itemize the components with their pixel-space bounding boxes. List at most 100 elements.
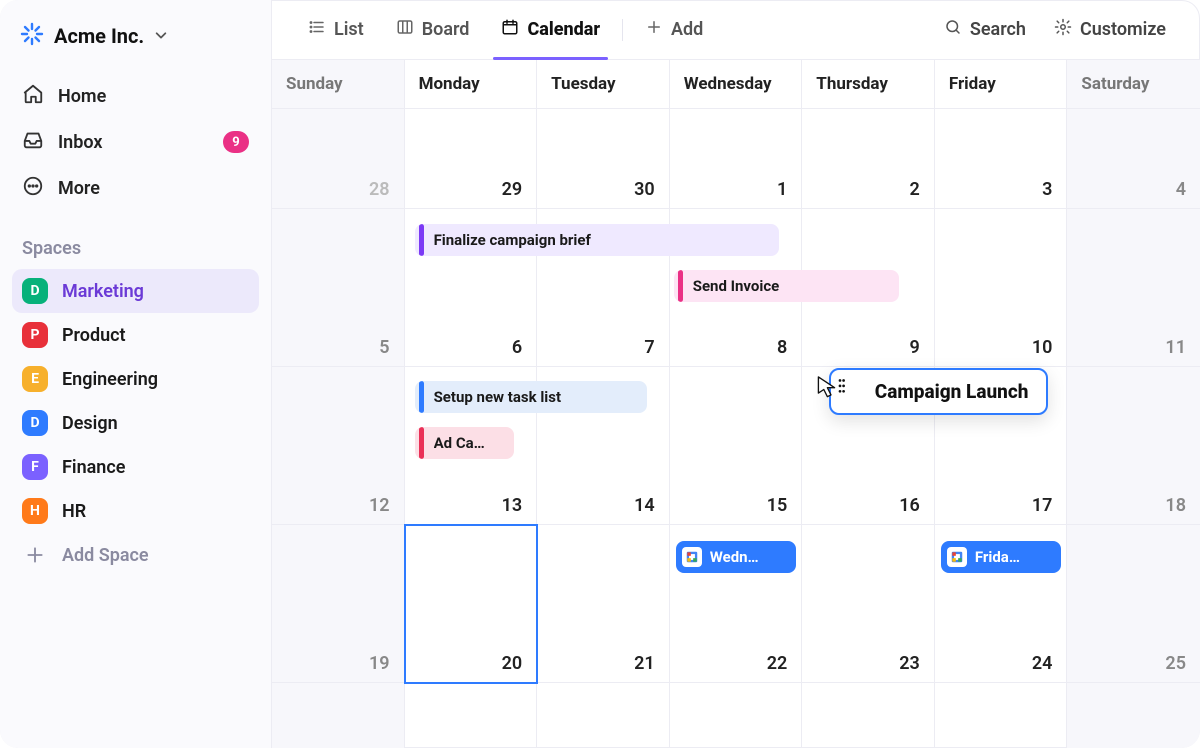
search-button[interactable]: Search bbox=[934, 10, 1036, 50]
calendar-cell[interactable]: 3 bbox=[935, 109, 1068, 209]
nav-home[interactable]: Home bbox=[12, 74, 259, 118]
space-color-chip: P bbox=[22, 322, 48, 348]
calendar-cell[interactable]: 23 bbox=[802, 525, 935, 683]
customize-label: Customize bbox=[1080, 19, 1166, 40]
calendar-cell[interactable]: 4 bbox=[1067, 109, 1200, 209]
event-label: Finalize campaign brief bbox=[434, 231, 591, 249]
calendar-cell[interactable]: 18 bbox=[1067, 367, 1200, 525]
nav-more-label: More bbox=[58, 178, 249, 199]
calendar-cell[interactable]: 28 bbox=[272, 109, 405, 209]
drag-cursor-icon bbox=[813, 371, 849, 412]
nav-more[interactable]: More bbox=[12, 166, 259, 210]
calendar-cell[interactable]: 1 bbox=[670, 109, 803, 209]
space-item-finance[interactable]: F Finance bbox=[12, 445, 259, 489]
calendar-cell[interactable] bbox=[802, 683, 935, 748]
day-number: 10 bbox=[1032, 337, 1053, 358]
list-icon bbox=[308, 18, 326, 41]
calendar-cell[interactable]: 19 bbox=[272, 525, 405, 683]
day-number: 29 bbox=[502, 179, 523, 200]
space-label: Finance bbox=[62, 457, 125, 478]
calendar-cell[interactable] bbox=[537, 683, 670, 748]
event-gcal-friday[interactable]: Frida… bbox=[941, 541, 1062, 573]
calendar-cell[interactable]: 5 bbox=[272, 209, 405, 367]
space-item-product[interactable]: P Product bbox=[12, 313, 259, 357]
chevron-down-icon bbox=[154, 26, 168, 46]
calendar-icon bbox=[501, 18, 519, 41]
day-number: 16 bbox=[899, 495, 920, 516]
day-number: 1 bbox=[777, 179, 787, 200]
view-tab-board[interactable]: Board bbox=[384, 0, 482, 59]
inbox-count-badge: 9 bbox=[223, 131, 249, 153]
calendar-cell[interactable]: 2 bbox=[802, 109, 935, 209]
event-gcal-wednesday[interactable]: Wedn… bbox=[676, 541, 797, 573]
day-number: 2 bbox=[910, 179, 920, 200]
calendar-cell[interactable] bbox=[272, 683, 405, 748]
calendar-cell[interactable]: 30 bbox=[537, 109, 670, 209]
search-label: Search bbox=[970, 19, 1026, 40]
add-space-button[interactable]: Add Space bbox=[12, 533, 259, 577]
space-label: Product bbox=[62, 325, 126, 346]
event-finalize-brief[interactable]: Finalize campaign brief bbox=[415, 224, 780, 256]
nav-inbox[interactable]: Inbox 9 bbox=[12, 120, 259, 164]
add-view-label: Add bbox=[671, 19, 703, 40]
gear-icon bbox=[1054, 18, 1072, 41]
board-icon bbox=[396, 18, 414, 41]
event-label: Wedn… bbox=[710, 548, 759, 566]
calendar-cell[interactable] bbox=[935, 683, 1068, 748]
home-icon bbox=[22, 83, 44, 110]
day-number: 18 bbox=[1165, 495, 1186, 516]
space-label: Design bbox=[62, 413, 118, 434]
view-tab-list[interactable]: List bbox=[296, 0, 376, 59]
day-number: 15 bbox=[767, 495, 788, 516]
dragging-event-card[interactable]: Campaign Launch bbox=[829, 368, 1049, 415]
calendar-cell[interactable]: 10 bbox=[935, 209, 1068, 367]
day-number: 5 bbox=[379, 337, 389, 358]
day-number: 11 bbox=[1165, 337, 1186, 358]
calendar-cell[interactable]: 29 bbox=[405, 109, 538, 209]
calendar-cell[interactable]: 20 bbox=[405, 525, 538, 683]
calendar-cell[interactable]: 21 bbox=[537, 525, 670, 683]
space-item-engineering[interactable]: EEngineering bbox=[12, 357, 259, 401]
day-number: 21 bbox=[634, 653, 655, 674]
view-tab-calendar[interactable]: Calendar bbox=[489, 0, 612, 59]
day-number: 30 bbox=[634, 179, 655, 200]
space-color-chip: F bbox=[22, 454, 48, 480]
day-number: 25 bbox=[1165, 653, 1186, 674]
workspace-switcher[interactable]: Acme Inc. bbox=[12, 16, 259, 68]
event-color-bar bbox=[419, 381, 424, 413]
customize-button[interactable]: Customize bbox=[1044, 10, 1176, 50]
space-item-hr[interactable]: HHR bbox=[12, 489, 259, 533]
calendar-header-sunday: Sunday bbox=[272, 60, 405, 108]
calendar-cell[interactable] bbox=[1067, 683, 1200, 748]
event-label: Setup new task list bbox=[434, 388, 562, 406]
day-number: 9 bbox=[910, 337, 920, 358]
inbox-icon bbox=[22, 129, 44, 156]
space-color-chip: H bbox=[22, 498, 48, 524]
space-item-design[interactable]: DDesign bbox=[12, 401, 259, 445]
add-view-button[interactable]: Add bbox=[633, 0, 715, 59]
day-number: 20 bbox=[502, 653, 523, 674]
calendar-cell[interactable]: 11 bbox=[1067, 209, 1200, 367]
day-number: 4 bbox=[1176, 179, 1186, 200]
calendar-cell[interactable] bbox=[670, 683, 803, 748]
google-calendar-icon bbox=[947, 547, 967, 567]
day-number: 22 bbox=[767, 653, 788, 674]
space-label: Engineering bbox=[62, 369, 158, 390]
drag-card-label: Campaign Launch bbox=[875, 380, 1029, 403]
tab-divider bbox=[622, 19, 623, 41]
day-number: 8 bbox=[777, 337, 787, 358]
calendar-cell[interactable]: 15 bbox=[670, 367, 803, 525]
space-item-marketing[interactable]: DMarketing bbox=[12, 269, 259, 313]
event-ad-campaign[interactable]: Ad Ca… bbox=[415, 427, 514, 459]
calendar-cell[interactable]: 25 bbox=[1067, 525, 1200, 683]
event-label: Frida… bbox=[975, 548, 1020, 566]
day-number: 3 bbox=[1042, 179, 1052, 200]
spaces-section-title: Spaces bbox=[22, 238, 259, 259]
day-number: 28 bbox=[369, 179, 390, 200]
day-number: 7 bbox=[644, 337, 654, 358]
event-setup-task-list[interactable]: Setup new task list bbox=[415, 381, 647, 413]
calendar-cell[interactable] bbox=[405, 683, 538, 748]
event-send-invoice[interactable]: Send Invoice bbox=[674, 270, 899, 302]
calendar-cell[interactable]: 12 bbox=[272, 367, 405, 525]
day-number: 23 bbox=[899, 653, 920, 674]
